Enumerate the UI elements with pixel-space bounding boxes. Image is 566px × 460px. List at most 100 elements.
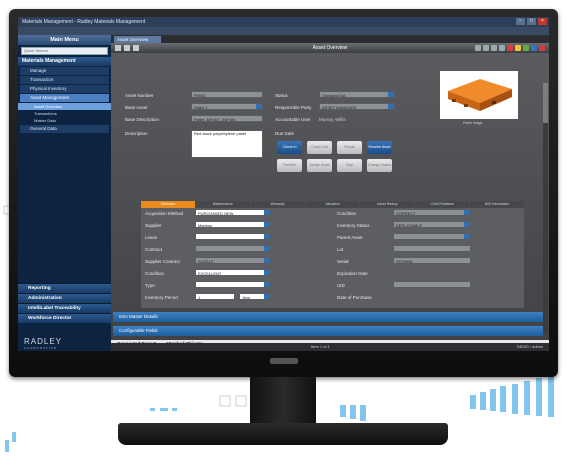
condition-select[interactable]: EXCELLENT	[195, 269, 271, 276]
sidebar-subitem-master-data[interactable]: Master Data	[18, 117, 111, 124]
tile-ship[interactable]: Ship	[337, 159, 362, 172]
inventory-period-field[interactable]: 1	[195, 293, 235, 300]
first-record-icon[interactable]	[475, 45, 481, 51]
tile-check-in[interactable]: Check In	[277, 141, 302, 154]
description-textarea[interactable]: Red stack polyethylene pallet	[191, 130, 263, 158]
brand-name: RADLEY	[24, 337, 63, 346]
tab-warranty[interactable]: Warranty	[250, 201, 305, 208]
label-condition-left: Condition	[145, 271, 165, 276]
tile-check-out[interactable]: Check Out	[307, 141, 332, 154]
label-condition-right: Condition	[337, 211, 357, 216]
tile-assign-asset[interactable]: Assign Asset	[307, 159, 332, 172]
tab-overview[interactable]: Overview	[141, 201, 195, 208]
sidebar-section-materials[interactable]: Materials Management	[18, 57, 111, 66]
asset-number-field[interactable]: P9001	[191, 91, 263, 98]
record-count: Item 1 of 1	[311, 344, 330, 349]
minimize-button[interactable]: –	[516, 18, 525, 25]
configurable-fields-bar[interactable]: Configurable Fields	[113, 326, 543, 336]
window-title: Materials Management - Radley Materials …	[22, 19, 146, 25]
tile-repair[interactable]: Repair	[337, 141, 362, 154]
delete-icon[interactable]	[539, 45, 545, 51]
monitor-screen: Materials Management - Radley Materials …	[18, 17, 549, 351]
responsible-party-select[interactable]: ASSET MANAGER	[319, 103, 395, 110]
sidebar-item-transaction[interactable]: Transaction	[20, 76, 109, 84]
tab-valuation[interactable]: Valuation	[305, 201, 360, 208]
uid-field[interactable]	[393, 281, 471, 288]
lot-field[interactable]	[393, 245, 471, 252]
next-record-icon[interactable]	[491, 45, 497, 51]
inventory-status-select[interactable]: DEPLOYABLE	[393, 221, 471, 228]
label-base-asset: Base Asset	[125, 105, 148, 110]
sidebar-header: Main Menu	[18, 35, 111, 45]
sidebar-section-administration[interactable]: Administration	[18, 293, 111, 303]
detail-tabs: Overview Maintenance Warranty Valuation …	[141, 201, 525, 208]
window-titlebar: Materials Management - Radley Materials …	[18, 17, 549, 27]
tab-asset-overview[interactable]: Asset Overview	[114, 36, 161, 43]
scrollbar[interactable]	[543, 83, 548, 333]
supplier-select[interactable]: Manson	[195, 221, 271, 228]
radley-logo: RADLEY CORPORATION	[24, 337, 62, 350]
label-due-date: Due Date	[275, 131, 295, 136]
prev-record-icon[interactable]	[483, 45, 489, 51]
tile-transfer[interactable]: Transfer	[277, 159, 302, 172]
user-info: DEMO / admin	[516, 344, 543, 349]
check-icon[interactable]	[523, 45, 529, 51]
lease-select[interactable]	[195, 233, 271, 240]
type-select[interactable]	[195, 281, 271, 288]
sidebar-subitem-transactions[interactable]: Transactions	[18, 110, 111, 117]
last-record-icon[interactable]	[499, 45, 505, 51]
contract-select[interactable]	[195, 245, 271, 252]
quick-search-input[interactable]: Quick Search	[21, 47, 108, 55]
parent-asset-select[interactable]	[393, 233, 471, 240]
label-type: Type	[145, 283, 155, 288]
label-supplier: Supplier	[145, 223, 162, 228]
sidebar-item-physical-inventory[interactable]: Physical Inventory	[20, 85, 109, 93]
label-base-description: Base Description	[125, 117, 160, 122]
label-parent-asset: Parent Asset	[337, 235, 363, 240]
label-supplier-contract: Supplier Contract	[145, 259, 180, 264]
sidebar-section-intellilabel[interactable]: IntelliLabel Traceability	[18, 303, 111, 313]
help-icon[interactable]	[531, 45, 537, 51]
status-bar: Item 1 of 1 DEMO / admin	[111, 343, 549, 351]
sidebar-item-general-data[interactable]: General Data	[20, 125, 109, 133]
label-responsible-party: Responsible Party	[275, 105, 312, 110]
label-serial: Serial	[337, 259, 349, 264]
sidebar-item-manage[interactable]: Manage	[20, 67, 109, 75]
menu-bar	[18, 27, 549, 35]
base-description-field[interactable]: Pallet, 48"x40", 4W Wd	[191, 115, 263, 122]
label-asset-number: Asset Number	[125, 93, 154, 98]
label-lease: Lease	[145, 235, 158, 240]
monitor-logo	[270, 358, 298, 364]
sidebar-section-workforce[interactable]: Workforce Director	[18, 313, 111, 323]
base-asset-select[interactable]: Pallet 1	[191, 103, 263, 110]
label-inventory-period: Inventory Period	[145, 295, 178, 300]
supplier-contract-select[interactable]: SUZ01S	[195, 257, 271, 264]
tile-receive-asset[interactable]: Receive Asset	[367, 141, 392, 154]
sidebar-subitem-asset-overview[interactable]: Asset Overview	[18, 103, 111, 110]
accountable-user-value: Murray, Willis	[319, 117, 346, 122]
document-tabstrip: Asset Overview	[111, 35, 549, 43]
tab-maintenance[interactable]: Maintenance	[195, 201, 250, 208]
acquisition-method-select[interactable]: PURCHASED NEW	[195, 209, 271, 216]
star-icon[interactable]	[515, 45, 521, 51]
tab-mis-information[interactable]: MIS Information	[470, 201, 525, 208]
scrollbar-thumb[interactable]	[543, 83, 548, 123]
tile-change-status[interactable]: Change Status	[367, 159, 392, 172]
condition-right-select[interactable]: CORRECT	[393, 209, 471, 216]
sidebar-section-reporting[interactable]: Reporting	[18, 283, 111, 293]
sidebar: Main Menu Quick Search Materials Managem…	[18, 35, 111, 351]
tab-child-relations[interactable]: Child Relations	[415, 201, 470, 208]
pallet-image	[440, 71, 518, 119]
alert-icon[interactable]	[507, 45, 513, 51]
inventory-unit-select[interactable]: Year	[239, 293, 271, 300]
serial-field[interactable]: SP33948	[393, 257, 471, 264]
item-master-details-bar[interactable]: Item Master Details	[113, 312, 543, 322]
close-button[interactable]: ×	[538, 18, 547, 25]
maximize-button[interactable]: □	[527, 18, 536, 25]
label-lot: Lot	[337, 247, 344, 252]
status-select[interactable]: Checked Out	[319, 91, 395, 98]
sidebar-item-asset-management[interactable]: Asset Management	[20, 94, 109, 102]
tab-asset-history[interactable]: Asset History	[360, 201, 415, 208]
label-uid: UID	[337, 283, 345, 288]
label-status: Status	[275, 93, 288, 98]
